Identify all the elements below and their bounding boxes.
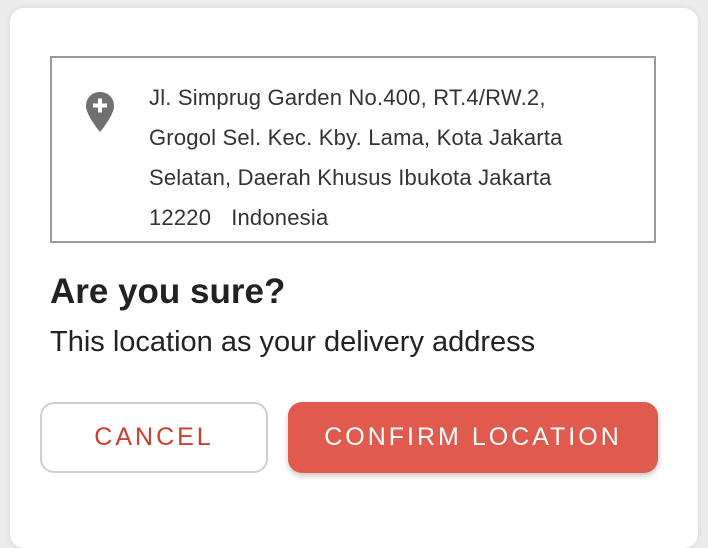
location-pin-plus-icon bbox=[86, 92, 114, 132]
confirm-location-dialog: Jl. Simprug Garden No.400, RT.4/RW.2, Gr… bbox=[10, 8, 698, 548]
confirm-location-button[interactable]: CONFIRM LOCATION bbox=[288, 402, 658, 473]
address-line-2: Grogol Sel. Kec. Kby. Lama, Kota Jakarta bbox=[149, 125, 563, 150]
address-line-1: Jl. Simprug Garden No.400, RT.4/RW.2, bbox=[149, 85, 546, 110]
postal-code: 12220 bbox=[149, 205, 212, 230]
cancel-button[interactable]: CANCEL bbox=[40, 402, 268, 473]
address-card: Jl. Simprug Garden No.400, RT.4/RW.2, Gr… bbox=[50, 56, 656, 243]
address-line-4: 12220 Indonesia bbox=[149, 198, 639, 238]
country: Indonesia bbox=[231, 205, 329, 230]
dialog-title: Are you sure? bbox=[50, 272, 286, 311]
address-text: Jl. Simprug Garden No.400, RT.4/RW.2, Gr… bbox=[149, 78, 639, 238]
address-line-3: Selatan, Daerah Khusus Ibukota Jakarta bbox=[149, 165, 552, 190]
dialog-subtitle: This location as your delivery address bbox=[50, 326, 536, 358]
